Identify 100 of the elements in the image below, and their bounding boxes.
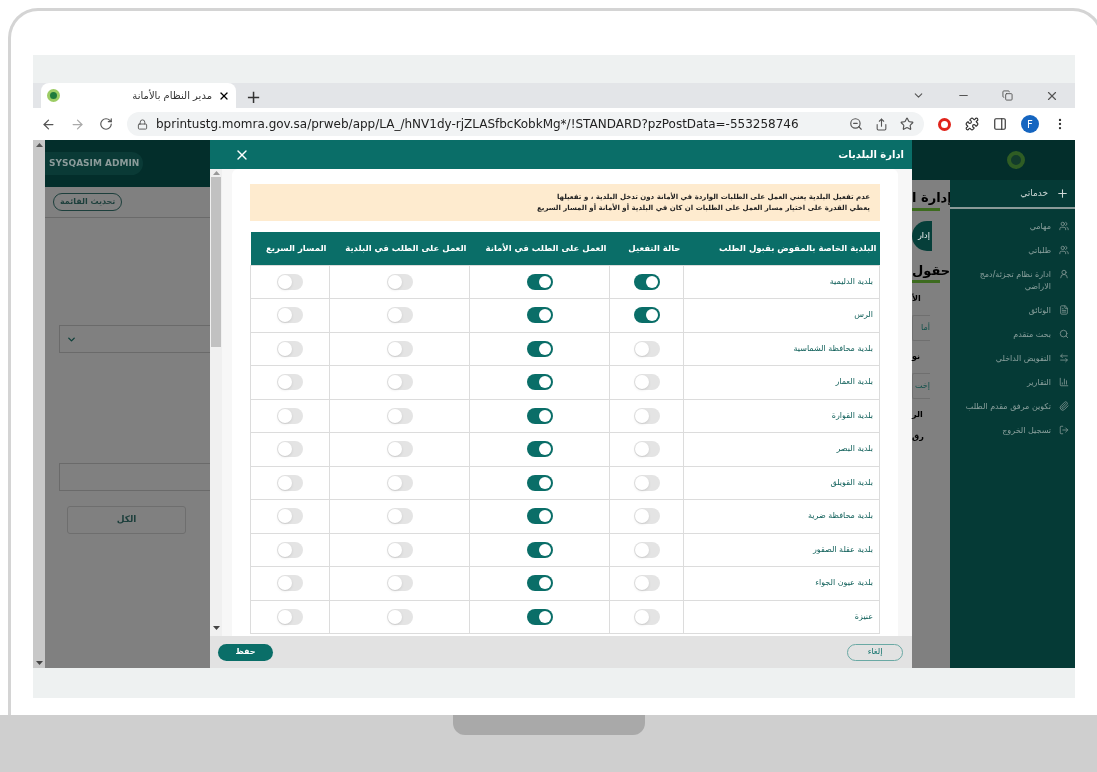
toggle-switch[interactable]	[277, 474, 303, 491]
toggle-switch[interactable]	[386, 508, 413, 525]
bar-chart-icon	[1059, 377, 1069, 387]
table-cell: بلدية محافظة ضرية	[683, 499, 880, 533]
toggle-switch[interactable]	[633, 474, 660, 491]
toggle-switch[interactable]	[526, 508, 553, 525]
toggle-switch[interactable]	[633, 307, 660, 324]
page-button[interactable]: إدار	[912, 220, 932, 251]
toggle-switch[interactable]	[277, 575, 303, 592]
toggle-switch[interactable]	[386, 340, 413, 357]
toggle-switch[interactable]	[277, 608, 303, 625]
toggle-switch[interactable]	[633, 273, 660, 290]
toggle-switch[interactable]	[386, 374, 413, 391]
toggle-switch[interactable]	[277, 407, 303, 424]
table-cell: بلدية عيون الجواء	[683, 566, 880, 600]
toggle-switch[interactable]	[526, 374, 553, 391]
toggle-switch[interactable]	[633, 374, 660, 391]
toggle-switch[interactable]	[526, 575, 553, 592]
sidebar-item[interactable]: مهامي	[950, 215, 1075, 239]
address-bar[interactable]: bprintustg.momra.gov.sa/prweb/app/LA_/hNV1dy-rjZLASfbcKobkMg*/!STANDARD?pzPostData=-553258746	[127, 112, 924, 136]
sidebar-item[interactable]: تسجيل الخروج	[950, 419, 1075, 443]
column-header: البلدية الخاصة بالمفوض بقبول الطلب	[683, 232, 880, 265]
toggle-switch[interactable]	[633, 508, 660, 525]
toggle-switch[interactable]	[386, 407, 413, 424]
save-button[interactable]: حفظ	[218, 643, 273, 661]
column-header: العمل على الطلب في البلدية	[329, 232, 470, 265]
toggle-switch[interactable]	[526, 474, 553, 491]
zoom-out-icon[interactable]	[849, 117, 863, 131]
toggle-switch[interactable]	[386, 307, 413, 324]
toggle-switch[interactable]	[526, 307, 553, 324]
input-field[interactable]	[59, 463, 210, 491]
field-label: نو	[912, 351, 921, 363]
forward-icon[interactable]	[70, 116, 85, 132]
table-cell: بلدية البصر	[683, 432, 880, 466]
toggle-switch[interactable]	[526, 608, 553, 625]
toggle-switch[interactable]	[386, 273, 413, 290]
toggle-switch[interactable]	[633, 541, 660, 558]
toggle-switch[interactable]	[277, 541, 303, 558]
toggle-switch[interactable]	[526, 541, 553, 558]
toggle-switch[interactable]	[386, 541, 413, 558]
toggle-switch[interactable]	[633, 575, 660, 592]
all-button[interactable]: الكل	[67, 506, 186, 534]
table-cell: الرس	[683, 298, 880, 332]
sidebar-item[interactable]: خدماتي	[950, 180, 1075, 209]
reload-icon[interactable]	[99, 117, 113, 131]
field-label: الر	[912, 409, 923, 421]
scroll-down-icon[interactable]	[212, 626, 220, 630]
toggle-switch[interactable]	[526, 340, 553, 357]
input-field[interactable]: أما	[912, 315, 930, 341]
people-icon	[1059, 245, 1069, 255]
swap-arrows-icon	[1059, 353, 1069, 363]
toggle-switch[interactable]	[526, 273, 553, 290]
toggle-switch[interactable]	[386, 474, 413, 491]
input-field[interactable]: إخت	[912, 373, 930, 399]
sidebar-item[interactable]: التقارير	[950, 371, 1075, 395]
sidebar-item[interactable]: طلباتي	[950, 239, 1075, 263]
toggle-switch[interactable]	[386, 441, 413, 458]
toggle-switch[interactable]	[277, 374, 303, 391]
document-icon	[1059, 305, 1069, 315]
scroll-up-icon[interactable]	[212, 171, 220, 175]
sidebar-item[interactable]: الوثائق	[950, 299, 1075, 323]
toggle-switch[interactable]	[526, 441, 553, 458]
toggle-switch[interactable]	[633, 407, 660, 424]
toggle-switch[interactable]	[277, 307, 303, 324]
modal-scrollbar[interactable]	[210, 169, 222, 636]
toggle-switch[interactable]	[526, 407, 553, 424]
table-cell: عنيزة	[683, 600, 880, 634]
dropdown-field[interactable]	[59, 325, 210, 353]
toggle-switch[interactable]	[633, 340, 660, 357]
back-icon[interactable]	[41, 116, 56, 132]
tab-title: مدير النظام بالأمانة	[132, 88, 212, 103]
profile-avatar[interactable]: F	[1021, 115, 1039, 133]
scroll-up-icon[interactable]	[35, 143, 43, 147]
scroll-down-icon[interactable]	[35, 661, 43, 665]
browser-tab[interactable]: مدير النظام بالأمانة	[41, 83, 236, 108]
sidebar-item[interactable]: تكوين مرفق مقدم الطلب	[950, 395, 1075, 419]
toggle-switch[interactable]	[386, 575, 413, 592]
page-heading: حقول	[912, 261, 951, 280]
star-icon[interactable]	[900, 117, 914, 131]
toggle-switch[interactable]	[386, 608, 413, 625]
sidebar-item[interactable]: التفويض الداخلي	[950, 347, 1075, 371]
sidebar-item[interactable]: ادارة نظام تجزئة/دمج الاراضي	[950, 263, 1075, 299]
sidebar-item[interactable]: بحث متقدم	[950, 323, 1075, 347]
toggle-switch[interactable]	[277, 273, 303, 290]
modal-title: ادارة البلديات	[838, 148, 904, 162]
restore-icon[interactable]	[1002, 90, 1013, 101]
paperclip-icon	[1059, 401, 1069, 411]
side-panel-icon[interactable]	[993, 117, 1007, 131]
page-scrollbar[interactable]	[33, 140, 45, 668]
table-cell: بلدية الدليمية	[683, 265, 880, 299]
toggle-switch[interactable]	[633, 608, 660, 625]
puzzle-icon[interactable]	[965, 117, 979, 131]
search-icon	[1059, 329, 1069, 339]
toggle-switch[interactable]	[277, 441, 303, 458]
toggle-switch[interactable]	[277, 508, 303, 525]
toggle-switch[interactable]	[277, 340, 303, 357]
toggle-switch[interactable]	[633, 441, 660, 458]
share-icon[interactable]	[875, 117, 888, 131]
new-tab-button[interactable]: +	[236, 83, 272, 108]
extension-icon[interactable]	[938, 117, 951, 131]
